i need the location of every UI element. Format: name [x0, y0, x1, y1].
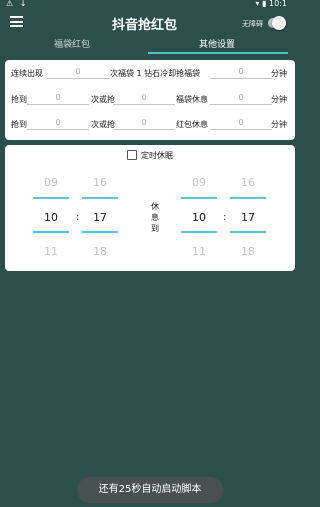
picker-divider: [230, 231, 266, 233]
rest-label-char: 到: [151, 224, 159, 233]
picker-divider: [82, 231, 118, 233]
picker-divider: [230, 197, 266, 199]
toast-message: 还有25秒自动启动脚本: [77, 477, 223, 503]
end-hour-value: 10: [192, 211, 206, 224]
picker-divider: [82, 197, 118, 199]
row2-input-c[interactable]: 0: [210, 91, 272, 105]
tab-bar: 福袋红包 其他设置: [0, 38, 289, 54]
row2-label-a: 抢到: [11, 95, 27, 104]
start-minute-prev: 16: [93, 176, 107, 189]
row2-input-b[interactable]: 0: [113, 91, 175, 105]
picker-divider: [181, 197, 217, 199]
row1-unit: 分钟: [271, 69, 287, 78]
status-icons-left: ⚠ ↓: [6, 0, 29, 8]
row3-input-b[interactable]: 0: [113, 116, 175, 130]
row1-input-a[interactable]: 0: [47, 65, 109, 79]
rest-label-char: 息: [151, 213, 159, 222]
tab-lucky-bag[interactable]: 福袋红包: [0, 38, 144, 52]
end-minute-next: 18: [241, 245, 255, 258]
row3-label-b: 次或抢: [91, 120, 115, 129]
timer-card: 定时休眠 09 10 11 : 16 17 18 休 息 到 09 10 11 …: [5, 145, 295, 271]
end-minute-prev: 16: [241, 176, 255, 189]
row1-input-b[interactable]: 0: [210, 65, 272, 79]
status-bar: ⚠ ↓ ▾ ▮ 10:1: [0, 0, 289, 10]
start-hour-prev: 09: [44, 176, 58, 189]
tab-indicator: [148, 52, 288, 54]
start-minute-next: 18: [93, 245, 107, 258]
start-hour-value: 10: [44, 211, 58, 224]
picker-divider: [33, 197, 69, 199]
end-hour-prev: 09: [192, 176, 206, 189]
row3-label-a: 抢到: [11, 120, 27, 129]
settings-card: 连续出现 0 次福袋 1 钻石冷却抢福袋 0 分钟 抢到 0 次或抢 0 福袋休…: [5, 60, 295, 140]
timed-sleep-label: 定时休眠: [141, 151, 173, 160]
row2-input-a[interactable]: 0: [27, 91, 89, 105]
row1-label-b: 次福袋 1 钻石冷却抢福袋: [110, 69, 201, 78]
row2-unit: 分钟: [271, 95, 287, 104]
start-hour-next: 11: [44, 245, 58, 258]
checkbox-box[interactable]: [127, 150, 137, 160]
row3-unit: 分钟: [271, 120, 287, 129]
end-time-colon: :: [223, 212, 227, 223]
row3-label-c: 红包休息: [176, 120, 208, 129]
row2-label-b: 次或抢: [91, 95, 115, 104]
end-minute-value: 17: [241, 211, 255, 224]
row2-label-c: 福袋休息: [176, 95, 208, 104]
rest-until-label: 休 息 到: [150, 201, 160, 234]
toggle-knob[interactable]: [272, 16, 286, 30]
row1-label-a: 连续出现: [11, 69, 43, 78]
status-icons-right: ▾ ▮ 10:1: [255, 0, 287, 8]
tab-other-settings[interactable]: 其他设置: [145, 38, 289, 52]
rest-label-char: 休: [151, 202, 159, 211]
row3-input-c[interactable]: 0: [210, 116, 272, 130]
end-hour-next: 11: [192, 245, 206, 258]
picker-divider: [33, 231, 69, 233]
start-time-colon: :: [76, 212, 80, 223]
app-bar: 抖音抢红包 无障碍: [0, 10, 289, 36]
accessibility-toggle-label: 无障碍: [242, 20, 263, 28]
picker-divider: [181, 231, 217, 233]
row3-input-a[interactable]: 0: [27, 116, 89, 130]
start-minute-value: 17: [93, 211, 107, 224]
